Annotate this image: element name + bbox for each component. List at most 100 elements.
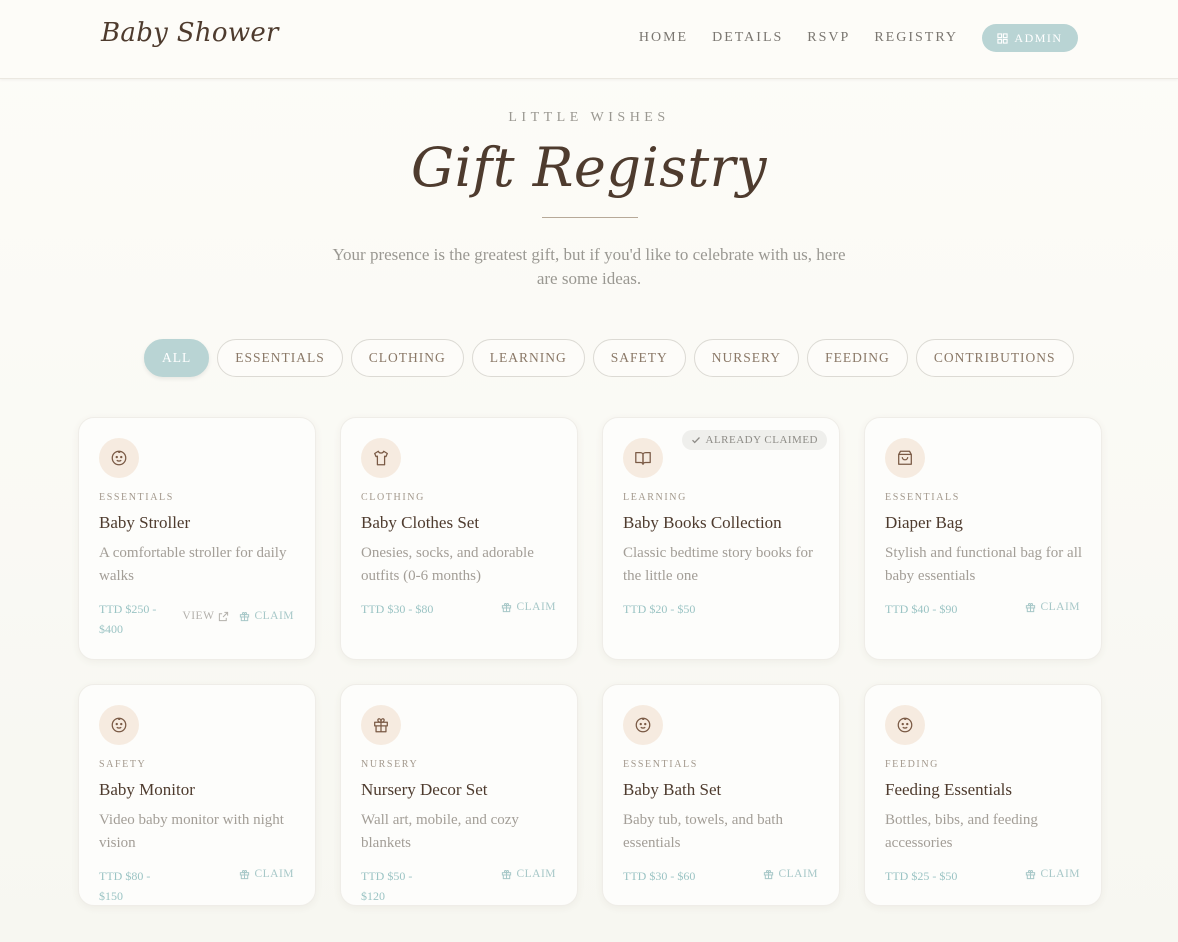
nav-rsvp[interactable]: RSVP bbox=[807, 30, 850, 46]
gift-card: ESSENTIALS Baby Stroller A comfortable s… bbox=[78, 417, 316, 660]
card-category: ESSENTIALS bbox=[99, 492, 174, 503]
title-divider bbox=[542, 217, 638, 218]
claim-button[interactable]: CLAIM bbox=[763, 868, 818, 880]
claim-button[interactable]: CLAIM bbox=[1025, 601, 1080, 613]
gift-icon bbox=[240, 869, 250, 879]
baby-face-icon bbox=[110, 716, 128, 734]
claim-button[interactable]: CLAIM bbox=[239, 610, 294, 622]
filter-nursery[interactable]: NURSERY bbox=[693, 339, 800, 377]
main-nav: HOME DETAILS RSVP REGISTRY ADMIN bbox=[615, 24, 1078, 52]
card-icon-circle bbox=[99, 438, 139, 478]
view-link[interactable]: VIEW bbox=[182, 610, 229, 622]
gift-card: CLOTHING Baby Clothes Set Onesies, socks… bbox=[340, 417, 578, 660]
external-link-icon bbox=[219, 611, 229, 621]
claim-button[interactable]: CLAIM bbox=[501, 601, 556, 613]
claim-label: CLAIM bbox=[516, 601, 556, 613]
claim-button[interactable]: CLAIM bbox=[239, 868, 294, 880]
baby-face-icon bbox=[896, 716, 914, 734]
gift-icon bbox=[1026, 869, 1036, 879]
card-title: Diaper Bag bbox=[885, 513, 963, 532]
gift-card: LEARNING Baby Books Collection Classic b… bbox=[602, 417, 840, 660]
card-price: TTD $30 - $60 bbox=[623, 869, 696, 883]
gift-card: FEEDING Feeding Essentials Bottles, bibs… bbox=[864, 684, 1102, 906]
card-category: CLOTHING bbox=[361, 492, 425, 503]
claim-button[interactable]: CLAIM bbox=[501, 868, 556, 880]
card-price: TTD $30 - $80 bbox=[361, 602, 434, 616]
brand-logo[interactable]: Baby Shower bbox=[101, 18, 279, 48]
card-description: Classic bedtime story books for the litt… bbox=[623, 545, 813, 584]
claim-label: CLAIM bbox=[1040, 868, 1080, 880]
card-description: Onesies, socks, and adorable outfits (0-… bbox=[361, 545, 534, 584]
gift-card: ESSENTIALS Diaper Bag Stylish and functi… bbox=[864, 417, 1102, 660]
card-category: SAFETY bbox=[99, 759, 147, 770]
claim-label: CLAIM bbox=[254, 868, 294, 880]
baby-face-icon bbox=[110, 449, 128, 467]
filter-safety[interactable]: SAFETY bbox=[592, 339, 686, 377]
card-price: TTD $25 - $50 bbox=[885, 869, 958, 883]
filter-feeding[interactable]: FEEDING bbox=[807, 339, 908, 377]
filter-clothing[interactable]: CLOTHING bbox=[350, 339, 464, 377]
card-description: A comfortable stroller for daily walks bbox=[99, 545, 287, 584]
card-title: Feeding Essentials bbox=[885, 780, 1013, 799]
already-claimed-badge: ALREADY CLAIMED bbox=[681, 430, 827, 450]
card-actions: VIEW CLAIM bbox=[182, 610, 294, 622]
card-price: TTD $50 - $120 bbox=[361, 869, 413, 903]
gift-card: NURSERY Nursery Decor Set Wall art, mobi… bbox=[340, 684, 578, 906]
gift-card: SAFETY Baby Monitor Video baby monitor w… bbox=[78, 684, 316, 906]
filter-learning[interactable]: LEARNING bbox=[471, 339, 585, 377]
card-category: NURSERY bbox=[361, 759, 419, 770]
gift-icon bbox=[764, 869, 774, 879]
card-icon-circle bbox=[361, 705, 401, 745]
card-actions: CLAIM bbox=[1025, 868, 1080, 880]
nav-details[interactable]: DETAILS bbox=[712, 30, 783, 46]
card-description: Stylish and functional bag for all baby … bbox=[885, 545, 1083, 584]
card-actions: CLAIM bbox=[763, 868, 818, 880]
card-icon-circle bbox=[623, 705, 663, 745]
claim-label: CLAIM bbox=[254, 610, 294, 622]
site-header: Baby Shower HOME DETAILS RSVP REGISTRY A… bbox=[0, 0, 1178, 79]
grid-icon bbox=[997, 32, 1009, 44]
bag-icon bbox=[896, 449, 914, 467]
page-title: Gift Registry bbox=[411, 136, 767, 199]
card-actions: CLAIM bbox=[239, 868, 294, 880]
card-price: TTD $40 - $90 bbox=[885, 602, 958, 616]
category-filters: ALL ESSENTIALS CLOTHING LEARNING SAFETY NURSE… bbox=[144, 339, 1074, 377]
card-icon-circle bbox=[623, 438, 663, 478]
card-actions: CLAIM bbox=[501, 601, 556, 613]
baby-face-icon bbox=[634, 716, 652, 734]
filter-essentials[interactable]: ESSENTIALS bbox=[217, 339, 343, 377]
card-price: TTD $20 - $50 bbox=[623, 602, 696, 616]
gift-icon bbox=[240, 611, 250, 621]
gift-card: ESSENTIALS Baby Bath Set Baby tub, towel… bbox=[602, 684, 840, 906]
gift-icon bbox=[1026, 602, 1036, 612]
card-description: Wall art, mobile, and cozy blankets bbox=[361, 812, 519, 851]
card-actions: CLAIM bbox=[1025, 601, 1080, 613]
card-category: FEEDING bbox=[885, 759, 939, 770]
card-category: ESSENTIALS bbox=[885, 492, 960, 503]
claim-label: CLAIM bbox=[1040, 601, 1080, 613]
admin-button[interactable]: ADMIN bbox=[982, 24, 1078, 52]
card-category: LEARNING bbox=[623, 492, 687, 503]
gift-icon bbox=[502, 602, 512, 612]
claim-button[interactable]: CLAIM bbox=[1025, 868, 1080, 880]
card-title: Baby Clothes Set bbox=[361, 513, 480, 532]
claimed-label: ALREADY CLAIMED bbox=[705, 434, 818, 446]
admin-label: ADMIN bbox=[1014, 30, 1063, 45]
book-icon bbox=[634, 449, 652, 467]
card-title: Baby Monitor bbox=[99, 780, 195, 799]
filter-all[interactable]: ALL bbox=[144, 339, 210, 377]
card-category: ESSENTIALS bbox=[623, 759, 698, 770]
gift-icon bbox=[372, 716, 390, 734]
card-icon-circle bbox=[361, 438, 401, 478]
nav-registry[interactable]: REGISTRY bbox=[874, 30, 958, 46]
card-price: TTD $250 - $400 bbox=[99, 602, 157, 636]
shirt-icon bbox=[372, 449, 390, 467]
nav-home[interactable]: HOME bbox=[639, 30, 688, 46]
card-description: Bottles, bibs, and feeding accessories bbox=[885, 812, 1038, 851]
filter-contributions[interactable]: CONTRIBUTIONS bbox=[915, 339, 1074, 377]
card-icon-circle bbox=[99, 705, 139, 745]
page-subtitle: Your presence is the greatest gift, but … bbox=[332, 245, 846, 288]
card-actions: CLAIM bbox=[501, 868, 556, 880]
card-title: Baby Stroller bbox=[99, 513, 191, 532]
view-label: VIEW bbox=[182, 610, 215, 622]
